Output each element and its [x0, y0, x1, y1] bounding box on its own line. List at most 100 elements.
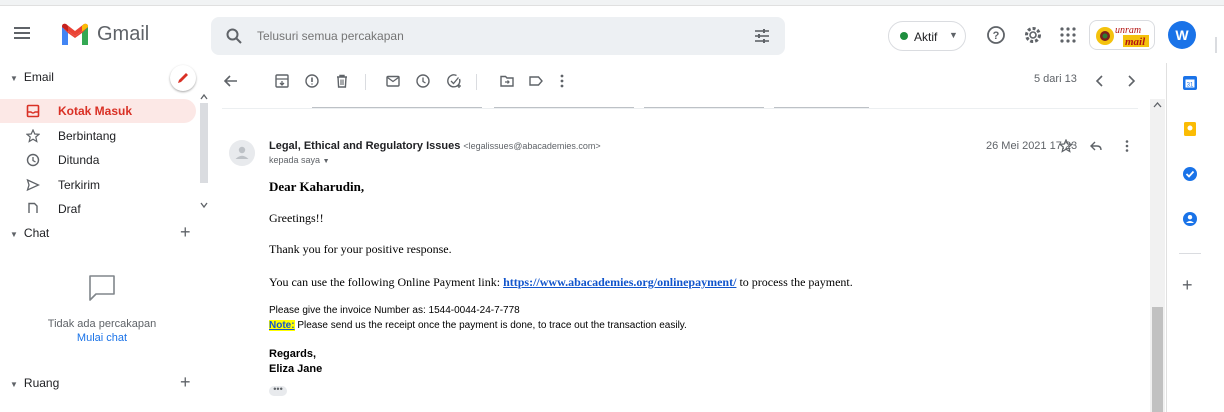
sender-line: Legal, Ethical and Regulatory Issues <le…: [269, 140, 601, 152]
message-scroll-thumb[interactable]: [1152, 307, 1163, 412]
sidebar-item-label: Terkirim: [58, 178, 100, 192]
organization-logo[interactable]: unram mail: [1089, 20, 1155, 50]
side-panel-divider: [1179, 253, 1201, 254]
status-dot-icon: [900, 32, 908, 40]
payment-line-prefix: You can use the following Online Payment…: [269, 275, 504, 289]
email-payment-line: You can use the following Online Payment…: [269, 275, 853, 290]
note-line: Note: Please send us the receipt once th…: [269, 320, 687, 331]
sidebar-item-label: Berbintang: [58, 129, 117, 143]
search-input[interactable]: [257, 26, 737, 46]
sidebar-item-label: Kotak Masuk: [58, 104, 133, 118]
contacts-icon[interactable]: [1182, 211, 1198, 227]
back-arrow-icon[interactable]: [223, 73, 239, 89]
left-navigation: ▼ Email Kotak Masuk Berbintang Ditunda Te…: [0, 63, 210, 412]
search-icon[interactable]: [225, 27, 243, 45]
archive-icon[interactable]: [274, 73, 290, 89]
payment-line-suffix: to process the payment.: [736, 275, 853, 289]
search-options-icon[interactable]: [753, 27, 771, 45]
older-chevron-right-icon[interactable]: [1124, 73, 1138, 89]
show-trimmed-content-button[interactable]: •••: [269, 385, 287, 396]
note-label: Note:: [269, 320, 295, 331]
sidebar-item-snoozed[interactable]: Ditunda: [0, 148, 196, 172]
email-line: Greetings!!: [269, 211, 324, 225]
rooms-section-toggle[interactable]: ▼ Ruang: [10, 376, 59, 396]
chat-empty-text: Tidak ada percakapan: [47, 318, 157, 330]
calendar-icon[interactable]: 31: [1182, 75, 1198, 91]
pencil-icon: [178, 73, 188, 83]
org-logo-text: unram: [1115, 25, 1141, 36]
snooze-clock-icon[interactable]: [415, 73, 431, 89]
pagination-count: 5 dari 13: [1034, 73, 1077, 85]
payment-link[interactable]: https://www.abacademies.org/onlinepaymen…: [503, 275, 736, 289]
toolbar-divider: [365, 74, 366, 90]
reply-icon[interactable]: [1089, 139, 1103, 153]
help-icon[interactable]: ?: [985, 24, 1007, 46]
send-icon: [26, 178, 40, 192]
add-task-icon[interactable]: [446, 73, 462, 89]
unram-mail-logo-icon: unram mail: [1096, 25, 1149, 48]
account-avatar[interactable]: W: [1168, 21, 1196, 49]
more-options-icon[interactable]: [1120, 139, 1134, 153]
message-toolbar: [210, 63, 1150, 99]
regards-text: Regards,: [269, 348, 317, 360]
gmail-logo-icon[interactable]: [60, 22, 90, 45]
svg-text:31: 31: [1187, 83, 1194, 89]
sidebar-item-starred[interactable]: Berbintang: [0, 124, 196, 148]
recipient-details-toggle[interactable]: kepada saya ▼: [269, 155, 330, 165]
inbox-icon: [26, 104, 40, 118]
org-logo-subtext: mail: [1125, 36, 1146, 48]
sender-name[interactable]: Legal, Ethical and Regulatory Issues: [269, 140, 460, 152]
app-header: Gmail Aktif ▼ ?: [0, 7, 1224, 63]
main-menu-icon[interactable]: [14, 27, 30, 39]
tasks-icon[interactable]: [1182, 166, 1198, 182]
star-icon[interactable]: [1059, 139, 1073, 153]
email-section-toggle[interactable]: ▼ Email: [10, 70, 54, 90]
scroll-up-arrow-icon[interactable]: [200, 93, 208, 101]
compose-button[interactable]: [170, 65, 196, 91]
clock-icon: [26, 153, 40, 167]
draft-icon: [28, 202, 38, 213]
status-selector[interactable]: Aktif ▼: [888, 21, 966, 51]
label-tag-icon[interactable]: [528, 73, 544, 89]
status-label: Aktif: [914, 30, 938, 44]
caret-down-icon: ▼: [322, 158, 330, 165]
nav-scrollbar[interactable]: [198, 93, 210, 211]
scroll-down-arrow-icon[interactable]: [200, 201, 208, 209]
new-room-plus-icon[interactable]: +: [180, 372, 191, 393]
sender-avatar-icon: [229, 140, 255, 166]
apps-grid-icon[interactable]: [1057, 24, 1079, 46]
sidebar-item-sent[interactable]: Terkirim: [0, 173, 196, 197]
recipient-label: kepada saya: [269, 155, 321, 165]
settings-gear-icon[interactable]: [1022, 24, 1044, 46]
email-greeting: Dear Kaharudin,: [269, 179, 365, 194]
sidebar-item-drafts[interactable]: Draf: [0, 197, 196, 213]
caret-down-icon: ▼: [10, 74, 18, 83]
invoice-number-line: Please give the invoice Number as: 1544-…: [269, 305, 520, 316]
search-bar[interactable]: [211, 17, 785, 55]
message-scrollbar[interactable]: [1150, 99, 1165, 412]
keep-notes-icon[interactable]: [1182, 121, 1198, 137]
chevron-down-icon: ▼: [949, 30, 958, 40]
newer-chevron-left-icon[interactable]: [1093, 73, 1107, 89]
report-spam-icon[interactable]: [304, 73, 320, 89]
move-to-folder-icon[interactable]: [499, 73, 515, 89]
scroll-up-arrow-icon[interactable]: [1153, 101, 1162, 109]
side-panel-apps: 31 +: [1166, 63, 1224, 412]
chat-section-toggle[interactable]: ▼ Chat: [10, 226, 49, 246]
chat-bubble-icon: [89, 275, 115, 301]
sidebar-item-label: Ditunda: [58, 153, 100, 167]
sidebar-item-inbox[interactable]: Kotak Masuk: [0, 99, 196, 123]
email-line: Thank you for your positive response.: [269, 242, 452, 256]
more-options-icon[interactable]: [554, 73, 570, 89]
start-chat-link[interactable]: Mulai chat: [0, 332, 204, 344]
mark-unread-mail-icon[interactable]: [385, 73, 401, 89]
nav-scroll-thumb[interactable]: [200, 103, 208, 183]
previous-message-collapsed[interactable]: [222, 99, 1138, 109]
get-addons-plus-icon[interactable]: +: [1182, 275, 1193, 296]
signature-name: Eliza Jane: [269, 363, 323, 375]
new-chat-plus-icon[interactable]: +: [180, 222, 191, 243]
delete-trash-icon[interactable]: [334, 73, 350, 89]
app-name: Gmail: [97, 23, 150, 45]
email-section-label: Email: [23, 70, 54, 84]
chat-section-label: Chat: [23, 226, 50, 240]
